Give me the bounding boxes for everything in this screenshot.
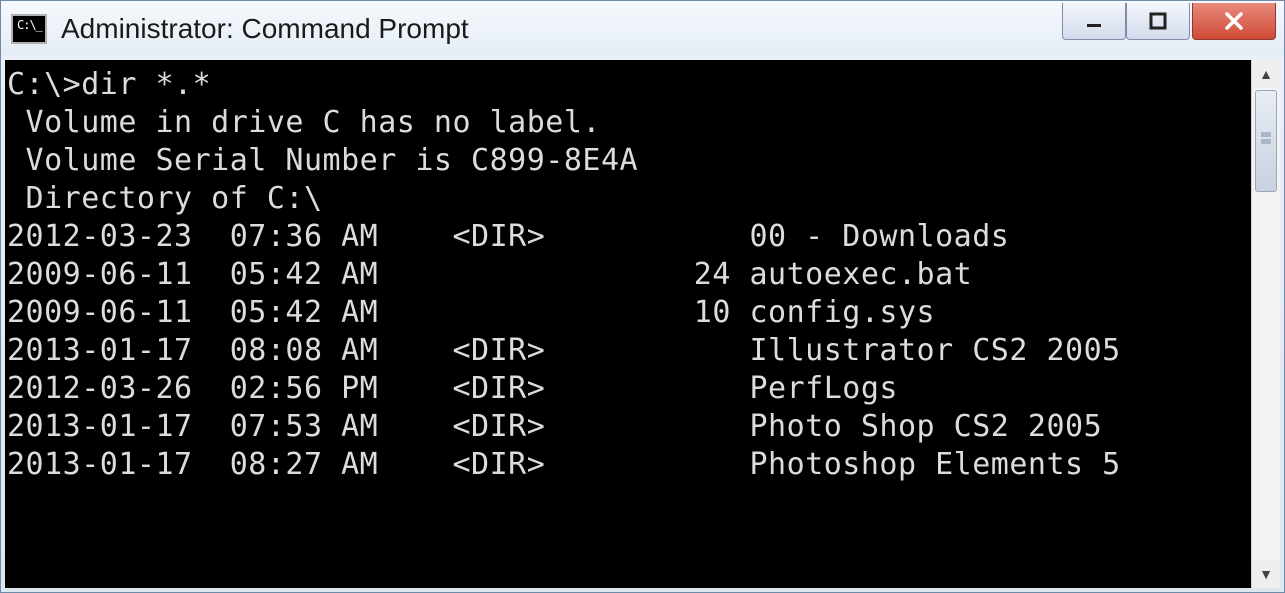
scroll-up-button[interactable]: ▲	[1252, 60, 1280, 88]
title-bar[interactable]: Administrator: Command Prompt	[1, 1, 1284, 56]
vertical-scrollbar[interactable]: ▲ ▼	[1251, 60, 1280, 588]
scroll-down-button[interactable]: ▼	[1252, 560, 1280, 588]
dir-entry: 2009-06-11 05:42 AM 10 config.sys	[7, 294, 1249, 332]
minimize-button[interactable]	[1062, 3, 1126, 40]
dir-entry: 2013-01-17 08:27 AM <DIR> Photoshop Elem…	[7, 446, 1249, 484]
prompt-line: C:\>dir *.*	[7, 66, 1249, 104]
directory-of-line: Directory of C:\	[7, 180, 1249, 218]
volume-label-line: Volume in drive C has no label.	[7, 104, 1249, 142]
scroll-thumb[interactable]	[1255, 90, 1277, 192]
dir-entry: 2009-06-11 05:42 AM 24 autoexec.bat	[7, 256, 1249, 294]
dir-entry: 2012-03-26 02:56 PM <DIR> PerfLogs	[7, 370, 1249, 408]
window-controls	[1062, 3, 1276, 40]
close-button[interactable]	[1192, 3, 1276, 40]
system-menu-icon[interactable]	[11, 14, 47, 44]
window-frame: Administrator: Command Prompt C:\>dir *.…	[0, 0, 1285, 593]
terminal-output[interactable]: C:\>dir *.* Volume in drive C has no lab…	[5, 60, 1251, 588]
dir-entry: 2013-01-17 08:08 AM <DIR> Illustrator CS…	[7, 332, 1249, 370]
client-area: C:\>dir *.* Volume in drive C has no lab…	[5, 60, 1280, 588]
maximize-button[interactable]	[1126, 3, 1190, 40]
dir-entry: 2012-03-23 07:36 AM <DIR> 00 - Downloads	[7, 218, 1249, 256]
dir-entry: 2013-01-17 07:53 AM <DIR> Photo Shop CS2…	[7, 408, 1249, 446]
volume-serial-line: Volume Serial Number is C899-8E4A	[7, 142, 1249, 180]
window-title: Administrator: Command Prompt	[61, 13, 469, 45]
